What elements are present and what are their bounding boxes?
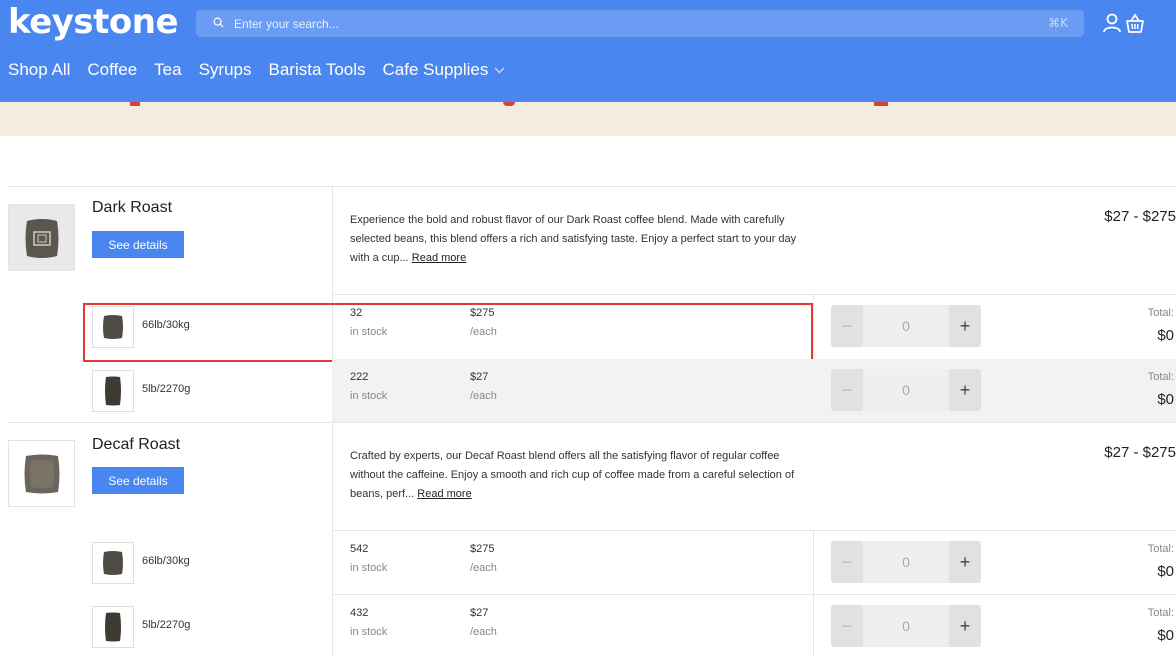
read-more-link[interactable]: Read more [412,252,466,264]
see-details-button[interactable]: See details [92,231,184,258]
total-label: Total: [1147,607,1174,619]
product-description: Crafted by experts, our Decaf Roast blen… [350,447,810,504]
banner-fragment [503,102,515,106]
stock-label: in stock [350,626,388,638]
total-label: Total: [1147,371,1174,383]
search-icon [213,17,224,28]
divider [332,594,1176,595]
stock-count: 542 [350,543,369,555]
promo-banner [0,102,1176,136]
unit-price: $27 [470,607,489,619]
total-label: Total: [1147,307,1174,319]
decrease-qty-button[interactable]: − [831,541,863,583]
nav-syrups[interactable]: Syrups [199,60,252,80]
nav-coffee[interactable]: Coffee [87,60,137,80]
increase-qty-button[interactable]: + [949,369,981,411]
price-range: $27 - $275 [1104,444,1176,461]
cart-basket-icon[interactable] [1124,12,1146,34]
divider [8,422,1176,423]
read-more-link[interactable]: Read more [417,488,471,500]
quantity-input[interactable] [863,541,949,583]
nav-cafe-supplies-label: Cafe Supplies [382,60,489,79]
see-details-button[interactable]: See details [92,467,184,494]
quantity-stepper: − + [831,541,981,583]
product-image[interactable] [8,204,75,271]
unit-label: /each [470,626,497,638]
nav-shop-all[interactable]: Shop All [8,60,70,80]
coffee-bag-image [103,551,123,575]
unit-price: $27 [470,371,489,383]
product-image[interactable] [8,440,75,507]
increase-qty-button[interactable]: + [949,305,981,347]
variant-image [92,370,134,412]
stock-count: 432 [350,607,369,619]
nav-tea[interactable]: Tea [154,60,181,80]
coffee-bag-image [105,612,121,642]
variant-image [92,542,134,584]
total-label: Total: [1147,543,1174,555]
chevron-down-icon [494,67,505,73]
total-value: $0 [1157,563,1174,580]
main-nav: Shop All Coffee Tea Syrups Barista Tools… [8,60,522,80]
coffee-bag-image [105,376,121,406]
total-value: $0 [1157,327,1174,344]
coffee-bag-image [24,454,60,494]
search-bar[interactable]: ⌘K [196,10,1084,37]
banner-fragment [874,102,888,106]
nav-barista-tools[interactable]: Barista Tools [269,60,366,80]
quantity-stepper: − + [831,605,981,647]
stock-count: 222 [350,371,369,383]
increase-qty-button[interactable]: + [949,605,981,647]
coffee-bag-image [25,219,59,258]
decrease-qty-button[interactable]: − [831,305,863,347]
decrease-qty-button[interactable]: − [831,605,863,647]
highlight-box [83,303,813,362]
variant-size: 5lb/2270g [142,383,191,395]
divider [332,294,1176,295]
quantity-stepper: − + [831,305,981,347]
stock-label: in stock [350,390,388,402]
increase-qty-button[interactable]: + [949,541,981,583]
quantity-input[interactable] [863,369,949,411]
site-header: keystone ⌘K Shop All Coffee Tea Syrups B… [0,0,1176,102]
unit-label: /each [470,562,497,574]
variant-image [92,606,134,648]
divider [332,530,1176,531]
search-input[interactable] [234,10,1014,37]
quantity-input[interactable] [863,305,949,347]
unit-label: /each [470,390,497,402]
keystone-logo[interactable]: keystone [8,2,179,42]
decrease-qty-button[interactable]: − [831,369,863,411]
total-value: $0 [1157,391,1174,408]
nav-cafe-supplies[interactable]: Cafe Supplies [383,60,506,80]
product-description: Experience the bold and robust flavor of… [350,211,810,268]
total-value: $0 [1157,627,1174,644]
variant-size: 5lb/2270g [142,619,191,631]
account-icon[interactable] [1101,12,1123,34]
variant-size: 66lb/30kg [142,555,190,567]
variant-row-bg [332,359,1176,422]
product-name[interactable]: Dark Roast [92,199,172,217]
divider [8,186,1176,187]
product-name[interactable]: Decaf Roast [92,436,180,454]
quantity-input[interactable] [863,605,949,647]
price-range: $27 - $275 [1104,208,1176,225]
quantity-stepper: − + [831,369,981,411]
banner-fragment [130,102,140,106]
search-shortcut-hint: ⌘K [1048,16,1068,30]
stock-label: in stock [350,562,388,574]
unit-price: $275 [470,543,495,555]
